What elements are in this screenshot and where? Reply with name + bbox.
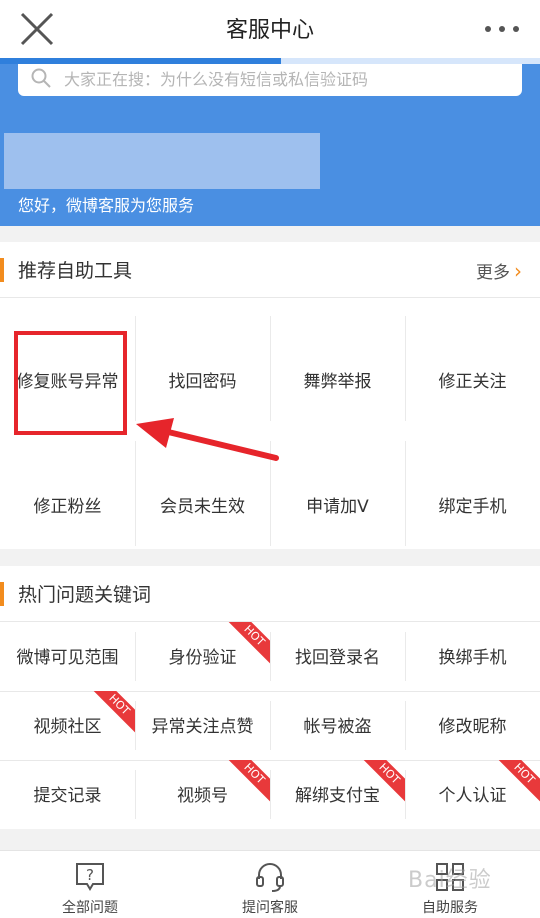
- tool-label: 申请加V: [306, 497, 369, 517]
- section-title: 热门问题关键词: [18, 584, 152, 606]
- hot-keywords-section: 热门问题关键词 微博可见范围 身份验证 HOT 找回登录名 换绑手机 视频社区 HO…: [0, 566, 540, 829]
- tab-label: 自助服务: [422, 900, 478, 916]
- keyword-item[interactable]: 找回登录名: [270, 622, 405, 691]
- svg-text:?: ?: [86, 866, 94, 884]
- headset-icon: [256, 863, 284, 892]
- tool-fix-following[interactable]: 修正关注: [405, 298, 540, 423]
- tool-label: 舞弊举报: [303, 372, 372, 392]
- keyword-item[interactable]: 身份验证 HOT: [135, 622, 270, 691]
- tool-label: 绑定手机: [438, 497, 507, 517]
- keyword-label: 换绑手机: [438, 648, 507, 668]
- section-header: 推荐自助工具 更多 ›: [0, 242, 540, 298]
- keyword-item[interactable]: 帐号被盗: [270, 691, 405, 760]
- keyword-label: 提交记录: [33, 786, 102, 806]
- keyword-item[interactable]: 微博可见范围: [0, 622, 135, 691]
- search-placeholder: 大家正在搜：为什么没有短信或私信验证码: [64, 70, 369, 89]
- greeting-text: 您好，微博客服为您服务: [18, 196, 195, 215]
- keyword-item[interactable]: 个人认证 HOT: [405, 760, 540, 829]
- tab-all-questions[interactable]: ? 全部问题: [0, 851, 180, 918]
- highlight-box: [14, 331, 127, 435]
- tool-label: 修正粉丝: [33, 497, 102, 517]
- tool-label: 找回密码: [168, 372, 237, 392]
- keyword-label: 找回登录名: [295, 648, 380, 668]
- tab-label: 提问客服: [242, 900, 298, 916]
- keyword-item[interactable]: 解绑支付宝 HOT: [270, 760, 405, 829]
- section-header: 热门问题关键词: [0, 566, 540, 622]
- keyword-item[interactable]: 视频号 HOT: [135, 760, 270, 829]
- section-accent-bar: [0, 258, 4, 282]
- keyword-item[interactable]: 异常关注点赞: [135, 691, 270, 760]
- search-icon: [31, 68, 51, 88]
- keyword-label: 修改昵称: [438, 717, 507, 737]
- tool-bind-phone[interactable]: 绑定手机: [405, 423, 540, 548]
- keyword-item[interactable]: 视频社区 HOT: [0, 691, 135, 760]
- keyword-item[interactable]: 提交记录: [0, 760, 135, 829]
- tool-label: 修正关注: [438, 372, 507, 392]
- tool-report-fraud[interactable]: 舞弊举报: [270, 298, 405, 423]
- keyword-label: 微博可见范围: [16, 648, 119, 668]
- watermark: Bai经验: [408, 868, 492, 893]
- tools-grid: 修复账号异常 找回密码 舞弊举报 修正关注 修正粉丝 会员未生效 申请加V 绑定…: [0, 298, 540, 549]
- more-options-icon[interactable]: [482, 14, 522, 44]
- section-title: 推荐自助工具: [18, 260, 133, 282]
- tool-recover-password[interactable]: 找回密码: [135, 298, 270, 423]
- tool-fix-followers[interactable]: 修正粉丝: [0, 423, 135, 548]
- tab-ask-support[interactable]: 提问客服: [180, 851, 360, 918]
- tab-label: 全部问题: [62, 900, 118, 916]
- tool-apply-verification[interactable]: 申请加V: [270, 423, 405, 548]
- chevron-right-icon: ›: [514, 259, 522, 283]
- section-accent-bar: [0, 582, 4, 606]
- recommended-tools-section: 推荐自助工具 更多 › 修复账号异常 找回密码 舞弊举报 修正关注 修正粉丝 会员…: [0, 242, 540, 549]
- keyword-label: 帐号被盗: [303, 717, 372, 737]
- keyword-item[interactable]: 换绑手机: [405, 622, 540, 691]
- blurred-user-info: [4, 133, 320, 189]
- more-label: 更多: [476, 263, 510, 283]
- banner: 大家正在搜：为什么没有短信或私信验证码 您好，微博客服为您服务: [0, 64, 540, 226]
- keyword-label: 异常关注点赞: [151, 717, 254, 737]
- top-bar: 客服中心: [0, 0, 540, 58]
- annotation-arrow-icon: [136, 418, 279, 461]
- question-bubble-icon: ?: [76, 863, 104, 891]
- search-input[interactable]: 大家正在搜：为什么没有短信或私信验证码: [18, 64, 522, 96]
- more-link[interactable]: 更多 ›: [476, 258, 522, 283]
- keywords-grid: 微博可见范围 身份验证 HOT 找回登录名 换绑手机 视频社区 HOT 异常关注点赞…: [0, 622, 540, 829]
- page-title: 客服中心: [225, 18, 314, 43]
- keyword-item[interactable]: 修改昵称: [405, 691, 540, 760]
